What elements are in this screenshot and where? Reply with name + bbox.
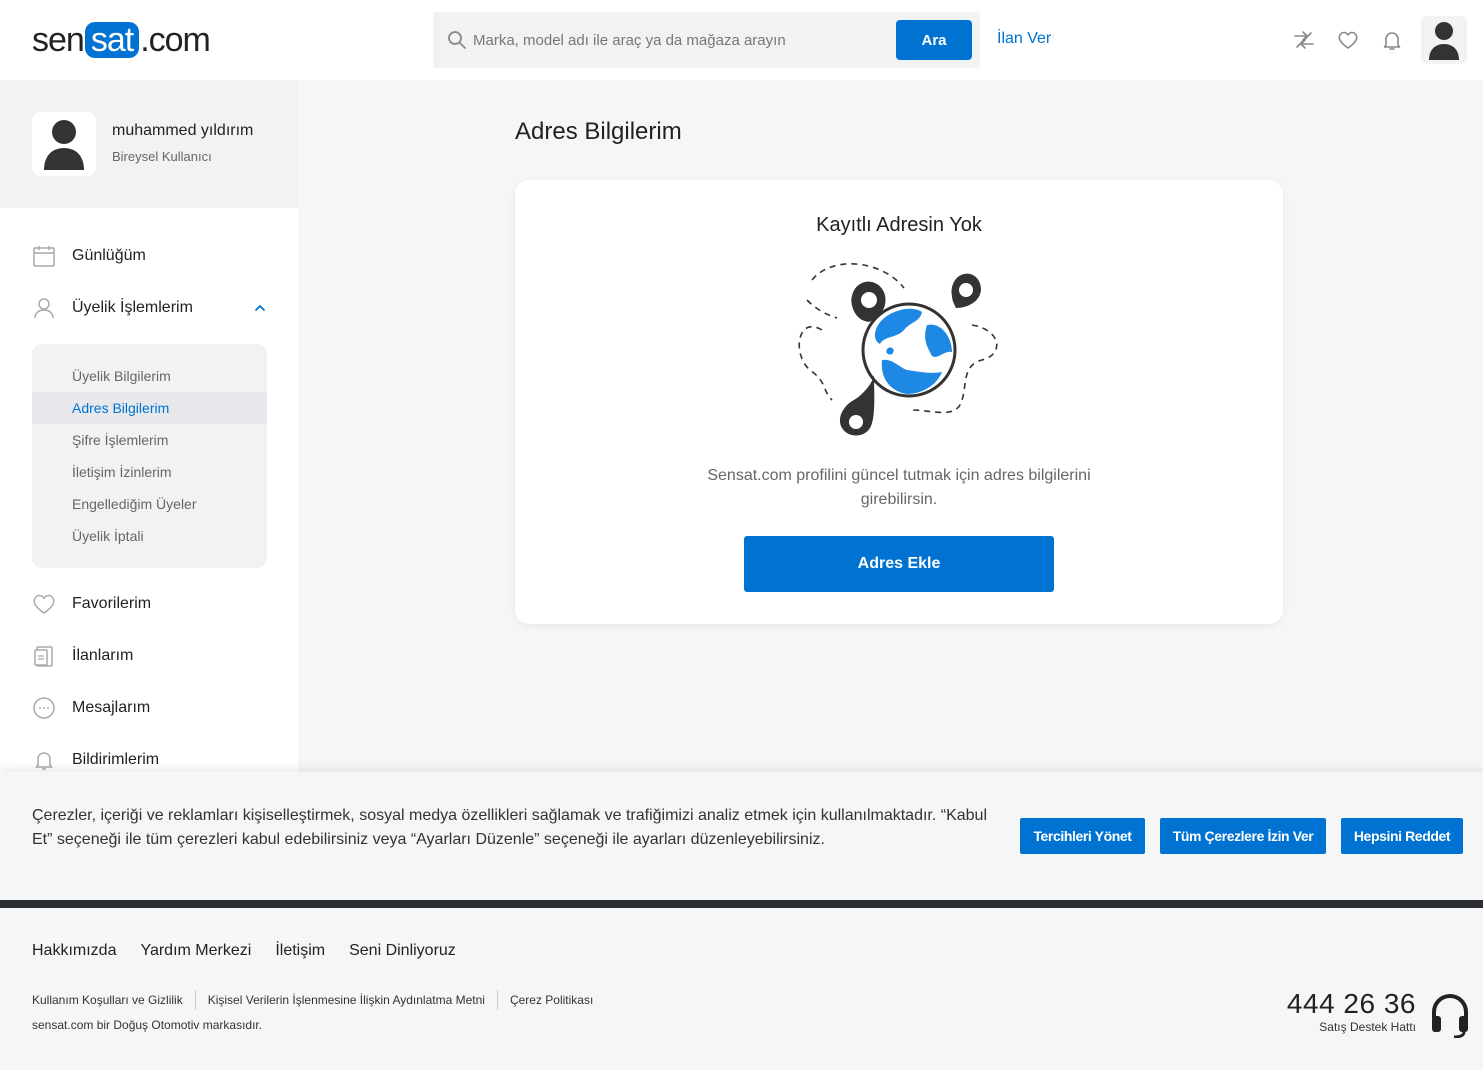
user-icon (1429, 22, 1459, 60)
manage-preferences-button[interactable]: Tercihleri Yönet (1020, 818, 1145, 854)
legal-link-kvkk[interactable]: Kişisel Verilerin İşlenmesine İlişkin Ay… (208, 993, 485, 1007)
page-title: Adres Bilgilerim (515, 118, 682, 145)
submenu-item-permissions[interactable]: İletişim İzinlerim (32, 456, 267, 488)
legal-link-terms[interactable]: Kullanım Koşulları ve Gizlilik (32, 993, 183, 1007)
cookie-text: Çerezler, içeriği ve reklamları kişisell… (32, 807, 987, 848)
sidebar-item-diary[interactable]: Günlüğüm (32, 240, 272, 272)
user-menu-button[interactable] (1421, 16, 1467, 64)
empty-address-card: Kayıtlı Adresin Yok Sensat.com profilini… (515, 180, 1283, 624)
sidebar-item-label: İlanlarım (72, 647, 134, 664)
sidebar-item-favorites[interactable]: Favorilerim (32, 588, 272, 620)
divider (194, 990, 196, 1010)
top-header: sensat.com Ara İlan Ver (0, 0, 1483, 80)
search-icon (448, 31, 466, 49)
user-icon (34, 298, 54, 319)
globe-with-pins-illustration (798, 263, 998, 436)
search-bar: Ara (433, 12, 980, 68)
add-address-button[interactable]: Adres Ekle (744, 536, 1054, 592)
logo-part-sen: sen (32, 20, 85, 59)
membership-submenu: Üyelik Bilgilerim Adres Bilgilerim Şifre… (32, 344, 267, 568)
footer-link-contact[interactable]: İletişim (275, 942, 325, 960)
sidebar-item-label: Günlüğüm (72, 247, 146, 264)
submenu-item-password[interactable]: Şifre İşlemlerim (32, 424, 267, 456)
sidebar-item-label: Bildirimlerim (72, 751, 160, 768)
footer-legal-links: Kullanım Koşulları ve Gizlilik Kişisel V… (32, 990, 593, 1010)
submenu-item-cancel-membership[interactable]: Üyelik İptali (32, 520, 267, 552)
bell-icon[interactable] (1380, 28, 1404, 52)
footer-link-about[interactable]: Hakkımızda (32, 942, 116, 960)
heart-icon (33, 594, 55, 614)
support-phone[interactable]: 444 26 36 (1280, 988, 1416, 1020)
submenu-item-membership-info[interactable]: Üyelik Bilgilerim (32, 360, 267, 392)
empty-state-description: Sensat.com profilini güncel tutmak için … (707, 467, 1091, 508)
search-input[interactable] (473, 26, 893, 54)
document-icon (34, 646, 53, 667)
profile-name: muhammed yıldırım (112, 122, 254, 139)
user-icon (44, 120, 84, 170)
profile-type: Bireysel Kullanıcı (112, 149, 212, 164)
compare-icon[interactable] (1292, 28, 1316, 52)
account-sidebar: muhammed yıldırım Bireysel Kullanıcı Gün… (0, 80, 298, 772)
sidebar-item-membership[interactable]: Üyelik İşlemlerim (32, 292, 272, 324)
logo-part-com: .com (140, 20, 211, 59)
support-phone-label: Satış Destek Hattı (1319, 1020, 1416, 1034)
footer-links: Hakkımızda Yardım Merkezi İletişim Seni … (32, 942, 456, 960)
legal-link-cookie-policy[interactable]: Çerez Politikası (510, 993, 593, 1007)
headset-icon (1432, 994, 1468, 1038)
footer-copyright: sensat.com bir Doğuş Otomotiv markasıdır… (32, 1018, 263, 1032)
sidebar-item-label: Favorilerim (72, 595, 152, 612)
site-footer: Hakkımızda Yardım Merkezi İletişim Seni … (0, 900, 1483, 1070)
footer-link-feedback[interactable]: Seni Dinliyoruz (349, 942, 456, 960)
accept-all-cookies-button[interactable]: Tüm Çerezlere İzin Ver (1160, 818, 1326, 854)
submenu-item-address-info[interactable]: Adres Bilgilerim (32, 392, 267, 424)
divider (496, 990, 498, 1010)
submenu-item-blocked-users[interactable]: Engellediğim Üyeler (32, 488, 267, 520)
footer-link-help[interactable]: Yardım Merkezi (140, 942, 251, 960)
bell-icon (35, 752, 53, 770)
sidebar-item-label: Mesajlarım (72, 699, 151, 716)
calendar-icon (33, 246, 55, 267)
message-icon (33, 697, 55, 719)
avatar (32, 112, 96, 176)
empty-state-title: Kayıtlı Adresin Yok (816, 214, 982, 236)
sensat-logo[interactable]: sen sat .com (32, 20, 211, 60)
profile-card: muhammed yıldırım Bireysel Kullanıcı (0, 80, 298, 208)
sidebar-item-messages[interactable]: Mesajlarım (32, 692, 272, 724)
reject-all-cookies-button[interactable]: Hepsini Reddet (1341, 818, 1463, 854)
chevron-up-icon[interactable] (252, 300, 268, 316)
sidebar-item-label: Üyelik İşlemlerim (72, 299, 193, 316)
cookie-banner: Çerezler, içeriği ve reklamları kişisell… (0, 772, 1483, 900)
sidebar-item-ads[interactable]: İlanlarım (32, 640, 272, 672)
post-ad-link[interactable]: İlan Ver (997, 30, 1051, 48)
heart-icon[interactable] (1336, 28, 1360, 52)
search-button[interactable]: Ara (896, 20, 972, 60)
logo-part-sat: sat (84, 22, 140, 58)
